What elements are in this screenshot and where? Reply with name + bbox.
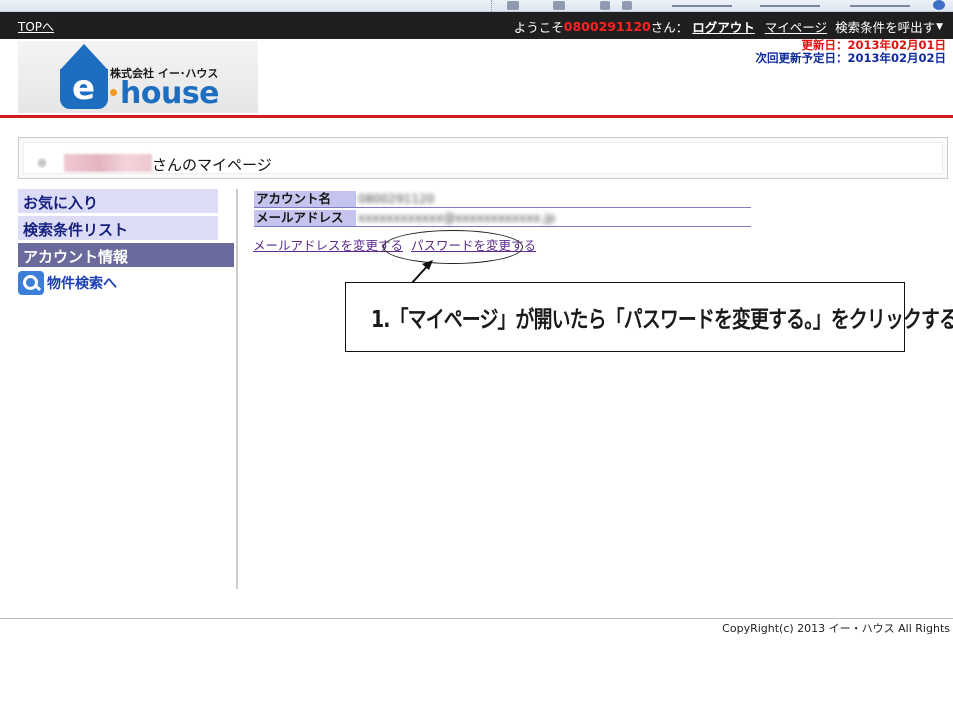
sidebar-item-account-info[interactable]: アカウント情報 xyxy=(18,243,234,267)
logo-house-roof xyxy=(60,44,108,70)
sidebar-item-search-list[interactable]: 検索条件リスト xyxy=(18,216,218,240)
sidebar: お気に入り 検索条件リスト アカウント情報 物件検索へ xyxy=(18,189,234,295)
mypage-title-box: さんのマイページ xyxy=(18,137,948,179)
logo-word: house xyxy=(120,76,220,111)
instruction-callout: 1.「マイページ」が開いたら「パスワードを変更する。」をクリックする。 xyxy=(345,282,953,352)
browser-toolbar xyxy=(0,0,953,12)
welcome-prefix: ようこそ xyxy=(513,20,564,35)
mypage-link[interactable]: マイページ xyxy=(765,17,827,36)
top-bar: TOPへ ようこそ 0800291120 さん： ログアウト マイページ 検索条… xyxy=(0,12,953,39)
property-search-label: 物件検索へ xyxy=(47,276,117,292)
page-menu[interactable] xyxy=(672,5,732,7)
property-search-link[interactable]: 物件検索へ xyxy=(18,271,234,295)
sidebar-item-favorites[interactable]: お気に入り xyxy=(18,189,218,213)
safety-menu[interactable] xyxy=(760,5,820,7)
logout-link[interactable]: ログアウト xyxy=(692,17,755,36)
top-link[interactable]: TOPへ xyxy=(18,18,54,35)
table-row: メールアドレス xxxxxxxxxxxx@xxxxxxxxxxxx.jp xyxy=(254,210,751,227)
next-update-date: 次回更新予定日：2013年02月02日 xyxy=(755,51,946,65)
dropdown-arrow-icon[interactable]: ▼ xyxy=(936,22,943,32)
tools-menu[interactable] xyxy=(850,5,910,7)
copyright: CopyRight(c) 2013 イー・ハウス All Rights xyxy=(722,622,950,635)
instruction-text: 1.「マイページ」が開いたら「パスワードを変更する。」をクリックする。 xyxy=(371,307,953,333)
email-label: メールアドレス xyxy=(254,210,356,226)
account-info-table: アカウント名 0800291120 メールアドレス xxxxxxxxxxxx@x… xyxy=(254,191,751,229)
user-id: 0800291120 xyxy=(563,19,651,34)
change-email-link[interactable]: メールアドレスを変更する xyxy=(253,238,403,253)
bullet-icon xyxy=(37,158,47,168)
search-icon xyxy=(18,271,44,295)
site-logo[interactable]: e 株式会社 イー･ハウス house xyxy=(18,41,258,113)
content-divider xyxy=(236,189,238,589)
search-condition-recall[interactable]: 検索条件を呼出す xyxy=(835,17,935,36)
footer-divider xyxy=(0,618,953,619)
update-info: 更新日：2013年02月01日 次回更新予定日：2013年02月02日 xyxy=(755,39,946,65)
account-name-label: アカウント名 xyxy=(254,191,356,207)
print-icon[interactable] xyxy=(553,1,565,10)
mypage-title-inner: さんのマイページ xyxy=(23,142,943,174)
logo-spark-icon xyxy=(110,89,117,96)
toolbar-separator xyxy=(491,0,492,12)
table-row: アカウント名 0800291120 xyxy=(254,191,751,208)
site-header: e 株式会社 イー･ハウス house 更新日：2013年02月01日 次回更新… xyxy=(0,39,953,115)
welcome-suffix: さん： xyxy=(650,20,689,35)
header-divider xyxy=(0,115,953,118)
mail-icon[interactable] xyxy=(600,1,610,10)
highlight-ellipse xyxy=(383,230,523,264)
account-name-value: 0800291120 xyxy=(358,192,435,206)
help-icon[interactable] xyxy=(933,0,945,10)
logo-e: e xyxy=(72,68,96,108)
page-title: さんのマイページ xyxy=(152,156,272,174)
blurred-username xyxy=(64,154,152,172)
email-value: xxxxxxxxxxxx@xxxxxxxxxxxx.jp xyxy=(358,211,556,225)
feed-icon[interactable] xyxy=(507,1,519,10)
page-icon[interactable] xyxy=(622,1,632,10)
user-menu: ようこそ 0800291120 さん： ログアウト マイページ 検索条件を呼出す… xyxy=(514,17,943,36)
